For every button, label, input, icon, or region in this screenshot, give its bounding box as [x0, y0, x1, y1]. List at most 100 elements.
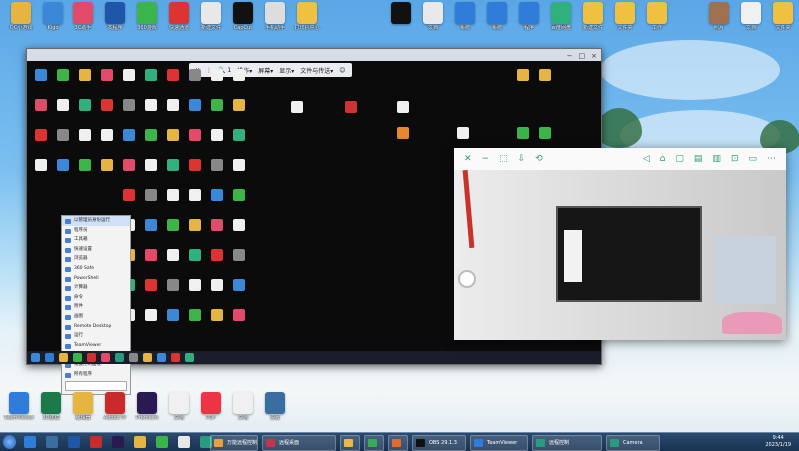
remote-desktop-icon[interactable]: [167, 279, 179, 291]
remote-desktop-icon[interactable]: [79, 159, 91, 171]
desktop-shortcut[interactable]: Adobe Pr: [98, 392, 132, 421]
camera-tool-icon[interactable]: ⊡: [731, 154, 739, 164]
desktop-shortcut[interactable]: 工作: [640, 2, 674, 31]
remote-desktop-icon[interactable]: [35, 99, 47, 111]
remote-desktop-icon[interactable]: [233, 309, 245, 321]
taskbar-pinned-app[interactable]: [46, 436, 58, 448]
camera-control-icon[interactable]: ✕: [464, 154, 472, 164]
desktop-shortcut[interactable]: Premiere: [130, 392, 164, 421]
remote-desktop-icon[interactable]: [211, 129, 223, 141]
start-menu-item[interactable]: 工具箱: [62, 235, 130, 245]
taskbar-pinned-app[interactable]: [156, 436, 168, 448]
desktop-shortcut[interactable]: 文档: [416, 2, 450, 31]
remote-desktop-icon[interactable]: [211, 99, 223, 111]
start-menu-item[interactable]: 附件: [62, 302, 130, 312]
remote-desktop-icon[interactable]: [189, 159, 201, 171]
taskbar-window-button[interactable]: TeamViewer: [470, 435, 528, 451]
remote-desktop-icon[interactable]: [457, 127, 469, 139]
remote-desktop-icon[interactable]: [517, 69, 529, 81]
desktop-shortcut[interactable]: 新建文件: [576, 2, 610, 31]
remote-taskbar-button[interactable]: [87, 353, 96, 362]
desktop-shortcut[interactable]: 手机助手: [258, 2, 292, 31]
remote-desktop-icon[interactable]: [167, 69, 179, 81]
remote-desktop-icon[interactable]: [101, 99, 113, 111]
camera-tool-icon[interactable]: ◁: [643, 154, 650, 164]
remote-desktop-icon[interactable]: [233, 159, 245, 171]
camera-tool-icon[interactable]: ⌂: [660, 154, 666, 164]
remote-desktop-icon[interactable]: [211, 309, 223, 321]
remote-desktop-icon[interactable]: [145, 159, 157, 171]
remote-taskbar-button[interactable]: [171, 353, 180, 362]
start-menu-item[interactable]: TeamViewer: [62, 341, 130, 351]
maximize-icon[interactable]: □: [579, 50, 586, 62]
remote-taskbar-button[interactable]: [157, 353, 166, 362]
remote-desktop-icon[interactable]: [79, 99, 91, 111]
start-menu-item[interactable]: 运行: [62, 331, 130, 341]
remote-desktop-icon[interactable]: [145, 189, 157, 201]
remote-desktop-icon[interactable]: [101, 159, 113, 171]
taskbar-window-button[interactable]: 远程控制: [532, 435, 602, 451]
desktop-shortcut[interactable]: 文件夹: [608, 2, 642, 31]
remote-desktop-icon[interactable]: [145, 219, 157, 231]
desktop-shortcut[interactable]: TeamViewer: [2, 392, 36, 421]
desktop-shortcut[interactable]: 百度网盘: [544, 2, 578, 31]
start-menu-item[interactable]: 360 Safe: [62, 264, 130, 274]
desktop-shortcut[interactable]: 3C助手: [66, 2, 100, 31]
remote-desktop-icon[interactable]: [397, 127, 409, 139]
clock[interactable]: 9:44 2023/1/19: [765, 435, 791, 449]
start-menu-item[interactable]: 所有程序: [62, 370, 130, 380]
desktop-shortcut[interactable]: 程序: [512, 2, 546, 31]
start-menu-search-input[interactable]: [65, 381, 127, 391]
desktop-shortcut[interactable]: 新建文件: [194, 2, 228, 31]
remote-desktop-icon[interactable]: [211, 279, 223, 291]
camera-tool-icon[interactable]: ▤: [694, 154, 703, 164]
taskbar-pinned-app[interactable]: [68, 436, 80, 448]
remote-desktop-icon[interactable]: [167, 219, 179, 231]
desktop-shortcut[interactable]: 系统: [480, 2, 514, 31]
start-menu-item[interactable]: 程序员: [62, 226, 130, 236]
remote-taskbar-button[interactable]: [185, 353, 194, 362]
remote-desktop-icon[interactable]: [189, 309, 201, 321]
remote-desktop-icon[interactable]: [233, 69, 245, 81]
remote-taskbar-button[interactable]: [73, 353, 82, 362]
start-menu-item[interactable]: 画图: [62, 312, 130, 322]
close-icon[interactable]: ×: [591, 50, 597, 62]
remote-desktop-icon[interactable]: [189, 279, 201, 291]
shutter-button[interactable]: [458, 270, 476, 288]
remote-desktop-icon[interactable]: [145, 249, 157, 261]
remote-desktop-icon[interactable]: [291, 101, 303, 113]
taskbar-window-button[interactable]: [340, 435, 360, 451]
desktop-shortcut[interactable]: 打印机中心: [290, 2, 324, 31]
camera-tool-icon[interactable]: ▥: [712, 154, 721, 164]
remote-desktop-icon[interactable]: [211, 249, 223, 261]
camera-tool-icon[interactable]: ⋯: [767, 154, 776, 164]
remote-desktop-icon[interactable]: [123, 99, 135, 111]
remote-desktop-icon[interactable]: [233, 189, 245, 201]
remote-desktop-icon[interactable]: [167, 249, 179, 261]
camera-control-icon[interactable]: ⟲: [535, 154, 543, 164]
remote-desktop-icon[interactable]: [211, 189, 223, 201]
remote-desktop-icon[interactable]: [397, 101, 409, 113]
remote-desktop-icon[interactable]: [211, 69, 223, 81]
taskbar-pinned-app[interactable]: [134, 436, 146, 448]
desktop-shortcut[interactable]: 快速通道: [162, 2, 196, 31]
remote-taskbar-button[interactable]: [115, 353, 124, 362]
camera-tool-icon[interactable]: ▭: [748, 154, 757, 164]
remote-desktop-icon[interactable]: [345, 101, 357, 113]
camera-control-icon[interactable]: ⬚: [499, 154, 508, 164]
remote-desktop-icon[interactable]: [57, 99, 69, 111]
remote-toolbar-item[interactable]: 文件与传送▾: [300, 66, 333, 75]
start-menu-item[interactable]: Remote Desktop: [62, 322, 130, 332]
remote-desktop-icon[interactable]: [189, 129, 201, 141]
taskbar-pinned-app[interactable]: [24, 436, 36, 448]
desktop-shortcut[interactable]: [384, 2, 418, 25]
remote-desktop-icon[interactable]: [211, 219, 223, 231]
taskbar-window-button[interactable]: [388, 435, 408, 451]
start-button[interactable]: [3, 435, 16, 449]
taskbar-window-button[interactable]: 万能远程控制: [210, 435, 258, 451]
remote-desktop-icon[interactable]: [79, 129, 91, 141]
start-menu-item[interactable]: 浏览器: [62, 254, 130, 264]
remote-desktop-icon[interactable]: [101, 69, 113, 81]
remote-desktop-icon[interactable]: [57, 69, 69, 81]
taskbar-pinned-app[interactable]: [178, 436, 190, 448]
